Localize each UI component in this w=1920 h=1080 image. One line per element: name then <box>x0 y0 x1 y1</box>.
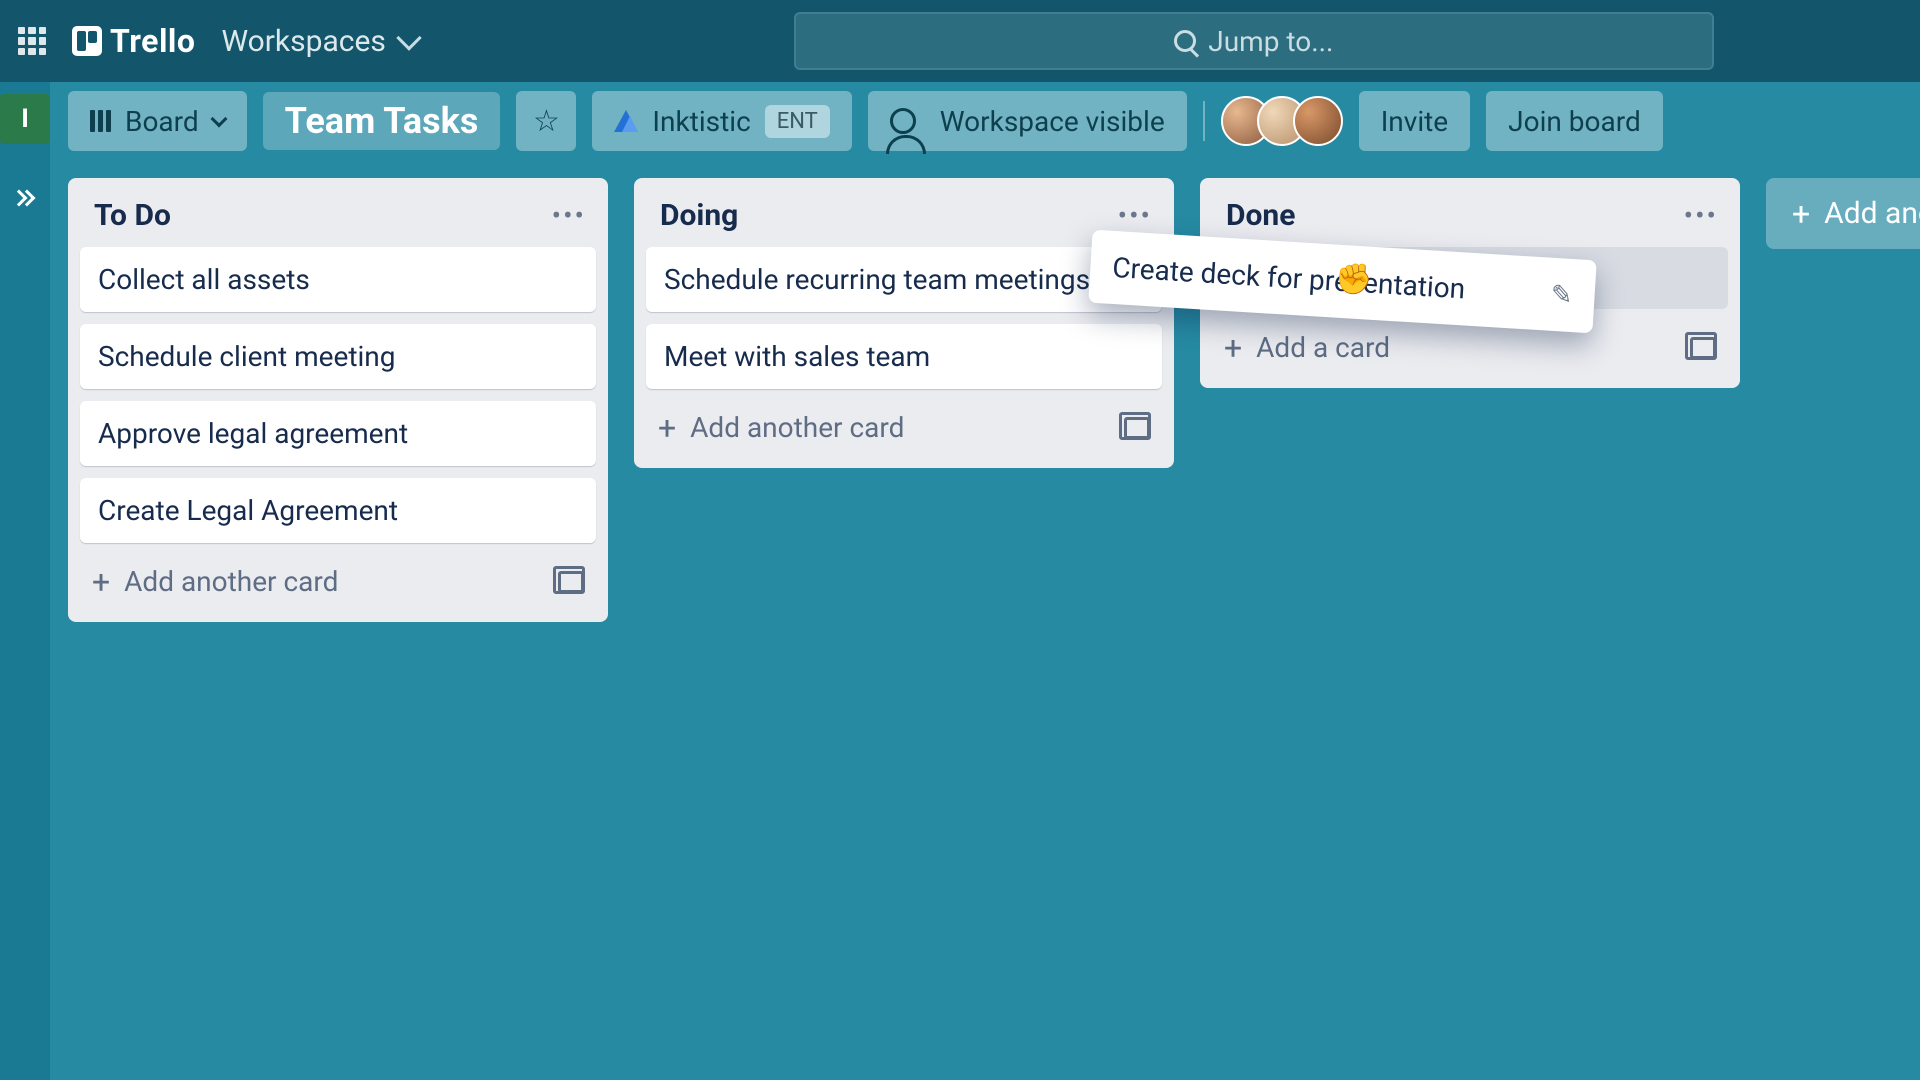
double-chevron-right-icon <box>17 192 33 204</box>
org-badge[interactable]: Inktistic ENT <box>592 91 851 151</box>
list-menu-button[interactable]: ••• <box>1118 199 1152 232</box>
lists-container: To Do ••• Collect all assets Schedule cl… <box>50 160 1920 1080</box>
add-card-button[interactable]: + Add another card <box>646 401 1162 454</box>
add-card-button[interactable]: + Add another card <box>80 555 596 608</box>
search-icon <box>1174 30 1196 52</box>
template-icon[interactable] <box>558 571 584 593</box>
list-title[interactable]: To Do <box>94 198 171 233</box>
apps-menu-icon[interactable] <box>18 27 46 55</box>
card[interactable]: Meet with sales team <box>646 324 1162 389</box>
grab-cursor-icon: ✊ <box>1334 261 1373 298</box>
list-title[interactable]: Doing <box>660 198 738 233</box>
list-doing: Doing ••• Schedule recurring team meetin… <box>634 178 1174 468</box>
workspaces-dropdown[interactable]: Workspaces <box>221 24 417 59</box>
plus-icon: + <box>1792 198 1810 230</box>
trello-logo-icon <box>72 26 102 56</box>
star-icon: ☆ <box>533 104 560 139</box>
board-header: Board Team Tasks ☆ Inktistic ENT Workspa… <box>50 82 1920 160</box>
atlassian-icon <box>614 110 638 132</box>
top-nav: Trello Workspaces Jump to... <box>0 0 1920 82</box>
ent-badge: ENT <box>765 105 830 138</box>
avatar[interactable] <box>1293 96 1343 146</box>
board-title[interactable]: Team Tasks <box>263 92 501 150</box>
card[interactable]: Schedule client meeting <box>80 324 596 389</box>
search-input[interactable]: Jump to... <box>794 12 1714 70</box>
expand-sidebar-button[interactable] <box>17 192 33 204</box>
people-icon <box>890 108 916 134</box>
template-icon[interactable] <box>1124 417 1150 439</box>
card[interactable]: Approve legal agreement <box>80 401 596 466</box>
card[interactable]: Create Legal Agreement <box>80 478 596 543</box>
card[interactable]: Collect all assets <box>80 247 596 312</box>
search-placeholder: Jump to... <box>1208 25 1333 58</box>
workspace-tile[interactable]: I <box>0 94 50 144</box>
star-board-button[interactable]: ☆ <box>516 91 576 151</box>
member-avatars[interactable] <box>1221 96 1343 146</box>
card-text: Create deck for presentation <box>1111 251 1466 306</box>
add-card-button[interactable]: + Add a card <box>1212 321 1728 374</box>
add-list-button[interactable]: + Add another list <box>1766 178 1920 249</box>
pencil-icon[interactable]: ✎ <box>1550 279 1574 310</box>
chevron-down-icon <box>210 111 227 128</box>
list-menu-button[interactable]: ••• <box>1684 199 1718 232</box>
card[interactable]: Schedule recurring team meetings <box>646 247 1162 312</box>
list-todo: To Do ••• Collect all assets Schedule cl… <box>68 178 608 622</box>
plus-icon: + <box>1224 332 1242 364</box>
logo-text: Trello <box>110 22 195 60</box>
join-board-button[interactable]: Join board <box>1486 91 1663 151</box>
trello-logo[interactable]: Trello <box>72 22 195 60</box>
plus-icon: + <box>658 412 676 444</box>
plus-icon: + <box>92 566 110 598</box>
board-view-switcher[interactable]: Board <box>68 91 247 151</box>
workspaces-label: Workspaces <box>221 24 385 59</box>
divider <box>1203 101 1205 141</box>
chevron-down-icon <box>396 25 421 50</box>
left-rail: I <box>0 82 50 1080</box>
invite-button[interactable]: Invite <box>1359 91 1470 151</box>
visibility-button[interactable]: Workspace visible <box>868 91 1187 151</box>
template-icon[interactable] <box>1690 337 1716 359</box>
list-title[interactable]: Done <box>1226 198 1295 233</box>
list-menu-button[interactable]: ••• <box>552 199 586 232</box>
board-icon <box>90 110 111 132</box>
